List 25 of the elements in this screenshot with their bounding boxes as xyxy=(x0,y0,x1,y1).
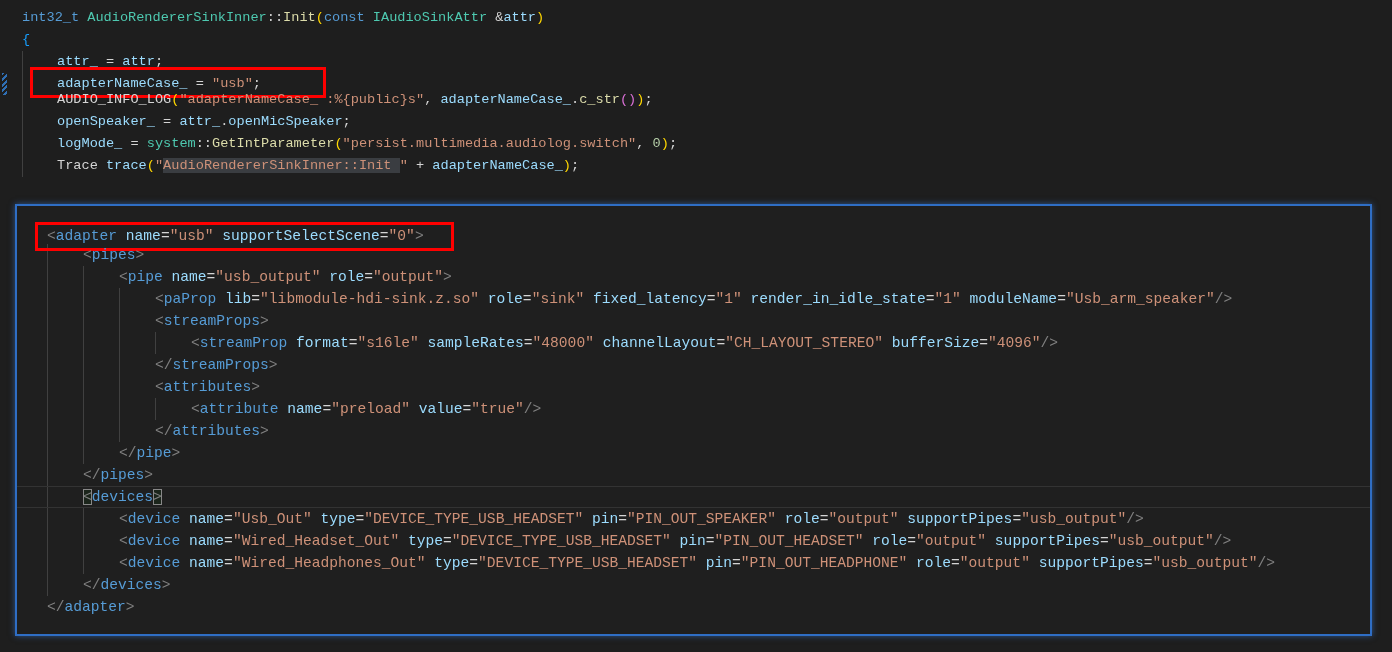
code-line: Trace trace("AudioRendererSinkInner::Init " + adapterNameCase_); xyxy=(57,158,580,173)
code-line: adapterNameCase_ = "usb"; xyxy=(57,76,261,91)
code-line: { xyxy=(22,32,31,47)
code-line: </adapter> xyxy=(47,599,135,615)
code-line: <device name="Wired_Headphones_Out" type="DEVICE_TYPE_USB_HEADSET" pin="PIN_OUT_HEADPHONE" role="output" supportPipes="usb_output"/> xyxy=(119,555,1276,571)
code-line: </pipe> xyxy=(119,445,181,461)
code-line: <attributes> xyxy=(155,379,261,395)
code-line: </streamProps> xyxy=(155,357,278,373)
code-line: <device name="Usb_Out" type="DEVICE_TYPE_USB_HEADSET" pin="PIN_OUT_SPEAKER" role="output" supportPipes="usb_output"/> xyxy=(119,511,1144,527)
code-line: <pipe name="usb_output" role="output"> xyxy=(119,269,452,285)
code-line: </pipes> xyxy=(83,467,154,483)
code-line: logMode_ = system::GetIntParameter("persist.multimedia.audiolog.switch", 0); xyxy=(57,136,678,151)
code-line: <device name="Wired_Headset_Out" type="DEVICE_TYPE_USB_HEADSET" pin="PIN_OUT_HEADSET" role="output" supportPipes="usb_output"/> xyxy=(119,533,1232,549)
code-line: <attribute name="preload" value="true"/> xyxy=(191,401,542,417)
code-line: <streamProp format="s16le" sampleRates="48000" channelLayout="CH_LAYOUT_STEREO" bufferSize="4096"/> xyxy=(191,335,1059,351)
code-line: <paProp lib="libmodule-hdi-sink.z.so" role="sink" fixed_latency="1" render_in_idle_state="1" moduleName="Usb_arm_speaker"/> xyxy=(155,291,1233,307)
code-line: <pipes> xyxy=(83,247,145,263)
code-line: openSpeaker_ = attr_.openMicSpeaker; xyxy=(57,114,351,129)
code-line: attr_ = attr; xyxy=(57,54,164,69)
change-marker xyxy=(2,73,7,95)
code-line: int32_t AudioRendererSinkInner::Init(const IAudioSinkAttr &attr) xyxy=(22,10,545,25)
code-line: <streamProps> xyxy=(155,313,269,329)
code-line: </attributes> xyxy=(155,423,269,439)
code-line: <adapter name="usb" supportSelectScene="0"> xyxy=(47,228,424,244)
code-line: </devices> xyxy=(83,577,171,593)
